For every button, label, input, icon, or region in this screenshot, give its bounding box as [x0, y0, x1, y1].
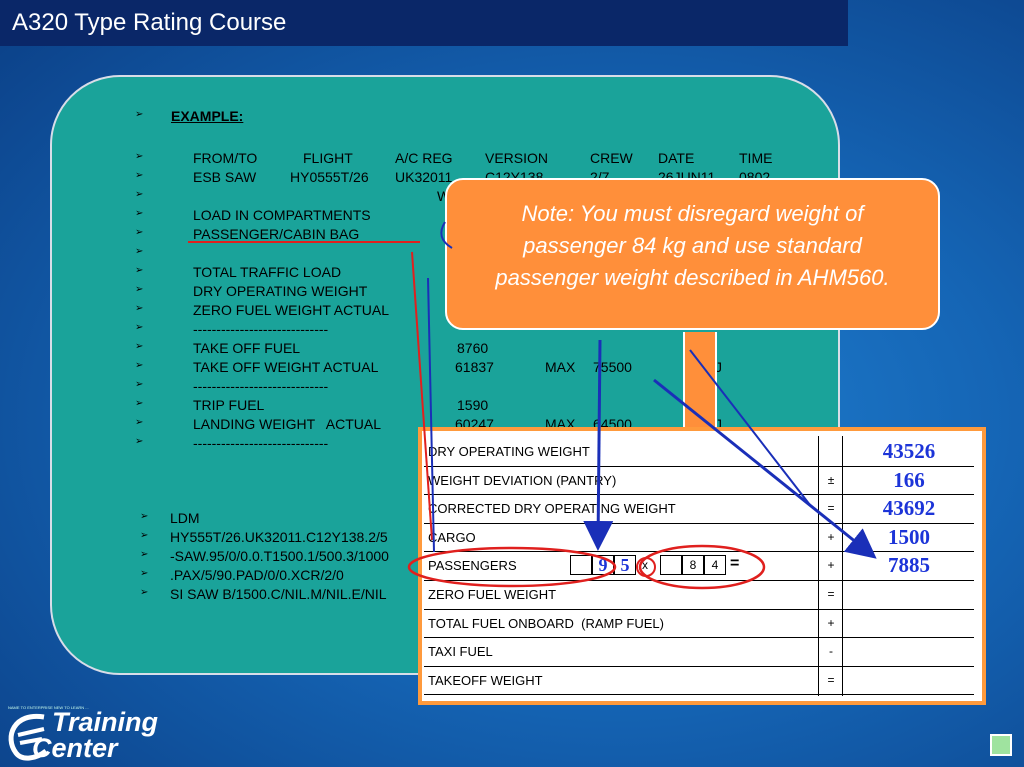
blue-connector-left — [427, 277, 435, 553]
red-circle-passengers — [407, 546, 617, 588]
slide-nav-button[interactable] — [990, 734, 1012, 756]
blue-arrow-right — [689, 349, 811, 506]
logo-line1: Training — [52, 707, 159, 737]
blue-arrow-cargo — [583, 339, 614, 551]
training-center-logo: NAME TO ENTERPRISE NEW TO LEARN ... Trai… — [4, 705, 158, 765]
red-circle-pax-weight — [638, 544, 766, 590]
blue-circle-mark — [440, 221, 453, 249]
blue-arrow-passengers — [653, 378, 877, 559]
logo-line2: Center — [32, 733, 118, 763]
annotation-overlay — [188, 221, 877, 590]
